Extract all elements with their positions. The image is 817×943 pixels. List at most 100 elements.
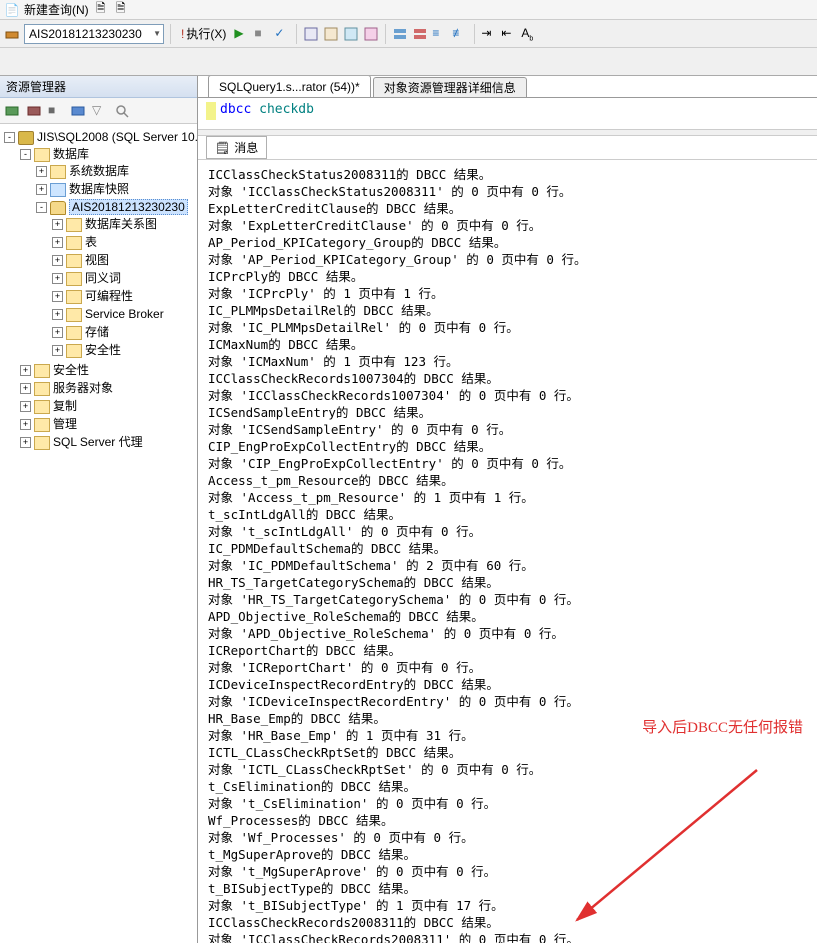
server-objects-node[interactable]: 服务器对象 bbox=[53, 381, 113, 395]
diagrams-node[interactable]: 数据库关系图 bbox=[85, 217, 157, 231]
programmability-node[interactable]: 可编程性 bbox=[85, 289, 133, 303]
oe-search-icon[interactable] bbox=[114, 103, 130, 119]
sysdbs-node[interactable]: 系统数据库 bbox=[69, 164, 129, 178]
tb-icon-4[interactable] bbox=[363, 26, 379, 42]
folder-icon bbox=[34, 382, 50, 396]
document-tabs: SQLQuery1.s...rator (54))* 对象资源管理器详细信息 bbox=[198, 76, 817, 98]
oe-stop-icon[interactable]: ■ bbox=[48, 103, 64, 119]
new-query-label[interactable]: 新建查询(N) bbox=[24, 1, 89, 18]
messages-pane[interactable]: ICClassCheckStatus2008311的 DBCC 结果。对象 'I… bbox=[198, 160, 817, 943]
indent-icon[interactable]: ⇥ bbox=[481, 26, 497, 42]
folder-icon bbox=[34, 364, 50, 378]
expand-toggle[interactable]: + bbox=[52, 345, 63, 356]
message-line: ICClassCheckRecords2008311的 DBCC 结果。 bbox=[208, 914, 807, 931]
folder-icon bbox=[66, 236, 82, 250]
expand-toggle[interactable]: + bbox=[52, 327, 63, 338]
tb-icon-6[interactable] bbox=[412, 26, 428, 42]
service-broker-node[interactable]: Service Broker bbox=[85, 307, 164, 321]
tb-icon-1[interactable] bbox=[303, 26, 319, 42]
expand-toggle[interactable]: + bbox=[52, 237, 63, 248]
message-line: t_scIntLdgAll的 DBCC 结果。 bbox=[208, 506, 807, 523]
tb-icon-2[interactable] bbox=[323, 26, 339, 42]
expand-toggle[interactable]: + bbox=[52, 219, 63, 230]
oe-filter-icon[interactable]: ▽ bbox=[92, 103, 108, 119]
expand-toggle[interactable]: + bbox=[20, 401, 31, 412]
selected-db-node[interactable]: AIS20181213230230 bbox=[69, 199, 188, 215]
databases-node[interactable]: 数据库 bbox=[53, 147, 89, 161]
object-explorer: 资源管理器 ■ ▽ -JIS\SQL2008 (SQL Server 10.50… bbox=[0, 76, 198, 943]
expand-toggle[interactable]: + bbox=[20, 419, 31, 430]
management-node[interactable]: 管理 bbox=[53, 417, 77, 431]
message-line: ICSendSampleEntry的 DBCC 结果。 bbox=[208, 404, 807, 421]
message-line: ExpLetterCreditClause的 DBCC 结果。 bbox=[208, 200, 807, 217]
outdent-icon[interactable]: ⇤ bbox=[501, 26, 517, 42]
menubar: 📄 新建查询(N) 🗎 🗎 bbox=[0, 0, 817, 20]
sql-editor[interactable]: dbcc checkdb bbox=[198, 98, 817, 130]
expand-toggle[interactable]: + bbox=[20, 365, 31, 376]
sql-keyword: dbcc bbox=[220, 102, 251, 117]
uncomment-icon[interactable]: ≢ bbox=[452, 26, 468, 42]
folder-icon bbox=[34, 148, 50, 162]
message-line: ICClassCheckStatus2008311的 DBCC 结果。 bbox=[208, 166, 807, 183]
message-line: 对象 'APD_Objective_RoleSchema' 的 0 页中有 0 … bbox=[208, 625, 807, 642]
folder-icon bbox=[66, 254, 82, 268]
object-explorer-tree[interactable]: -JIS\SQL2008 (SQL Server 10.50 -数据库 +系统数… bbox=[0, 124, 197, 943]
tables-node[interactable]: 表 bbox=[85, 235, 97, 249]
folder-icon bbox=[66, 218, 82, 232]
expand-toggle[interactable]: + bbox=[20, 437, 31, 448]
tb-icon-5[interactable] bbox=[392, 26, 408, 42]
object-explorer-title: 资源管理器 bbox=[0, 76, 197, 98]
security-db-node[interactable]: 安全性 bbox=[85, 343, 121, 357]
expand-toggle[interactable]: + bbox=[52, 255, 63, 266]
messages-tab[interactable]: 🗒 消息 bbox=[206, 136, 267, 159]
message-line: APD_Objective_RoleSchema的 DBCC 结果。 bbox=[208, 608, 807, 625]
message-line: 对象 'ICReportChart' 的 0 页中有 0 行。 bbox=[208, 659, 807, 676]
oe-connect-icon[interactable] bbox=[4, 103, 20, 119]
expand-toggle[interactable]: + bbox=[20, 383, 31, 394]
message-line: ICPrcPly的 DBCC 结果。 bbox=[208, 268, 807, 285]
message-line: ICTL_CLassCheckRptSet的 DBCC 结果。 bbox=[208, 744, 807, 761]
expand-toggle[interactable]: + bbox=[52, 291, 63, 302]
expand-toggle[interactable]: + bbox=[36, 166, 47, 177]
connect-icon[interactable] bbox=[4, 26, 20, 42]
server-node[interactable]: JIS\SQL2008 (SQL Server 10.50 bbox=[37, 130, 197, 144]
menu-icon-1[interactable]: 🗎 bbox=[93, 2, 109, 18]
agent-node[interactable]: SQL Server 代理 bbox=[53, 435, 143, 449]
oe-refresh-icon[interactable] bbox=[70, 103, 86, 119]
oe-disconnect-icon[interactable] bbox=[26, 103, 42, 119]
parse-icon[interactable]: ✓ bbox=[274, 26, 290, 42]
views-node[interactable]: 视图 bbox=[85, 253, 109, 267]
synonyms-node[interactable]: 同义词 bbox=[85, 271, 121, 285]
execute-button[interactable]: ! 执行(X) bbox=[177, 23, 230, 45]
stop-icon[interactable]: ■ bbox=[254, 26, 270, 42]
expand-toggle[interactable]: - bbox=[36, 202, 47, 213]
menu-icon-2[interactable]: 🗎 bbox=[113, 2, 129, 18]
message-line: t_MgSuperAprove的 DBCC 结果。 bbox=[208, 846, 807, 863]
expand-toggle[interactable]: - bbox=[4, 132, 15, 143]
new-query-icon[interactable]: 📄 bbox=[4, 2, 20, 18]
message-line: ICDeviceInspectRecordEntry的 DBCC 结果。 bbox=[208, 676, 807, 693]
folder-icon bbox=[66, 344, 82, 358]
message-line: 对象 't_scIntLdgAll' 的 0 页中有 0 行。 bbox=[208, 523, 807, 540]
security-node[interactable]: 安全性 bbox=[53, 363, 89, 377]
execute-label: 执行(X) bbox=[186, 25, 226, 42]
tb-icon-3[interactable] bbox=[343, 26, 359, 42]
expand-toggle[interactable]: + bbox=[52, 309, 63, 320]
expand-toggle[interactable]: + bbox=[52, 273, 63, 284]
expand-toggle[interactable]: - bbox=[20, 149, 31, 160]
toolbar: AIS20181213230230 ! 执行(X) ▶ ■ ✓ ≡ ≢ ⇥ ⇤ … bbox=[0, 20, 817, 48]
message-line: 对象 'ICDeviceInspectRecordEntry' 的 0 页中有 … bbox=[208, 693, 807, 710]
message-line: 对象 'CIP_EngProExpCollectEntry' 的 0 页中有 0… bbox=[208, 455, 807, 472]
tab-object-details[interactable]: 对象资源管理器详细信息 bbox=[373, 77, 527, 97]
comment-icon[interactable]: ≡ bbox=[432, 26, 448, 42]
database-selector[interactable]: AIS20181213230230 bbox=[24, 24, 164, 44]
snapshots-node[interactable]: 数据库快照 bbox=[69, 182, 129, 196]
replication-node[interactable]: 复制 bbox=[53, 399, 77, 413]
results-tabs: 🗒 消息 bbox=[198, 136, 817, 160]
debug-icon[interactable]: ▶ bbox=[234, 26, 250, 42]
expand-toggle[interactable]: + bbox=[36, 184, 47, 195]
messages-tab-label: 消息 bbox=[234, 139, 258, 156]
tb-icon-a[interactable]: Ab bbox=[521, 26, 537, 42]
storage-node[interactable]: 存储 bbox=[85, 325, 109, 339]
tab-sqlquery[interactable]: SQLQuery1.s...rator (54))* bbox=[208, 76, 371, 97]
